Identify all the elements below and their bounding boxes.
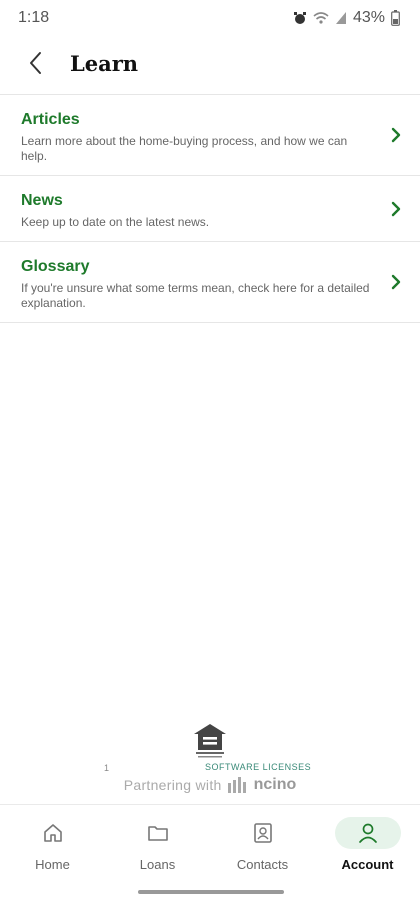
status-bar: 1:18 43%: [0, 0, 420, 36]
nav-label: Contacts: [236, 857, 289, 872]
menu-item-news[interactable]: News Keep up to date on the latest news.: [0, 176, 420, 242]
wifi-icon: [313, 11, 329, 25]
equal-housing-lender-logo: [194, 724, 226, 758]
status-icons: 43%: [293, 9, 400, 27]
nav-item-home[interactable]: Home: [0, 805, 105, 880]
chevron-right-icon: [391, 201, 401, 216]
chevron-left-icon: [30, 52, 41, 74]
bottom-nav: Home Loans Contacts Account: [0, 804, 420, 880]
status-time: 1:18: [18, 9, 50, 26]
footer: 1 SOFTWARE LICENSES Partnering with ncin…: [0, 718, 420, 798]
home-icon: [43, 824, 62, 842]
menu-item-glossary[interactable]: Glossary If you're unsure what some term…: [0, 242, 420, 323]
learn-menu-list: Articles Learn more about the home-buyin…: [0, 94, 420, 323]
back-button[interactable]: [10, 38, 60, 88]
software-licenses-link[interactable]: SOFTWARE LICENSES: [205, 762, 311, 772]
menu-item-articles[interactable]: Articles Learn more about the home-buyin…: [0, 95, 420, 176]
partner-row: Partnering with ncino: [0, 776, 420, 794]
nav-label: Account: [341, 857, 394, 872]
page-title: Learn: [70, 50, 139, 76]
nav-label: Loans: [139, 857, 176, 872]
menu-item-description: If you're unsure what some terms mean, c…: [21, 281, 370, 310]
nav-item-contacts[interactable]: Contacts: [210, 805, 315, 880]
contact-card-icon: [253, 823, 272, 843]
alarm-icon: [293, 11, 307, 25]
battery-icon: [391, 10, 400, 26]
nav-item-loans[interactable]: Loans: [105, 805, 210, 880]
chevron-right-icon: [391, 274, 401, 290]
ncino-brand: ncino: [253, 776, 297, 793]
battery-text: 43%: [352, 9, 385, 26]
ncino-bars-icon: [227, 777, 246, 793]
menu-item-title: Articles: [21, 111, 80, 128]
signal-icon: [335, 11, 347, 25]
page-number: 1: [104, 763, 110, 773]
menu-item-title: News: [21, 192, 63, 209]
chevron-right-icon: [391, 127, 401, 143]
partner-text: Partnering with: [123, 777, 222, 793]
folder-icon: [147, 826, 168, 841]
nav-item-account[interactable]: Account: [315, 805, 420, 880]
menu-item-title: Glossary: [21, 258, 90, 275]
header: Learn: [0, 36, 420, 90]
nav-label: Home: [35, 857, 70, 872]
menu-item-description: Keep up to date on the latest news.: [21, 215, 210, 229]
gesture-bar[interactable]: [138, 890, 284, 894]
menu-item-description: Learn more about the home-buying process…: [21, 134, 348, 163]
person-icon: [358, 823, 377, 843]
